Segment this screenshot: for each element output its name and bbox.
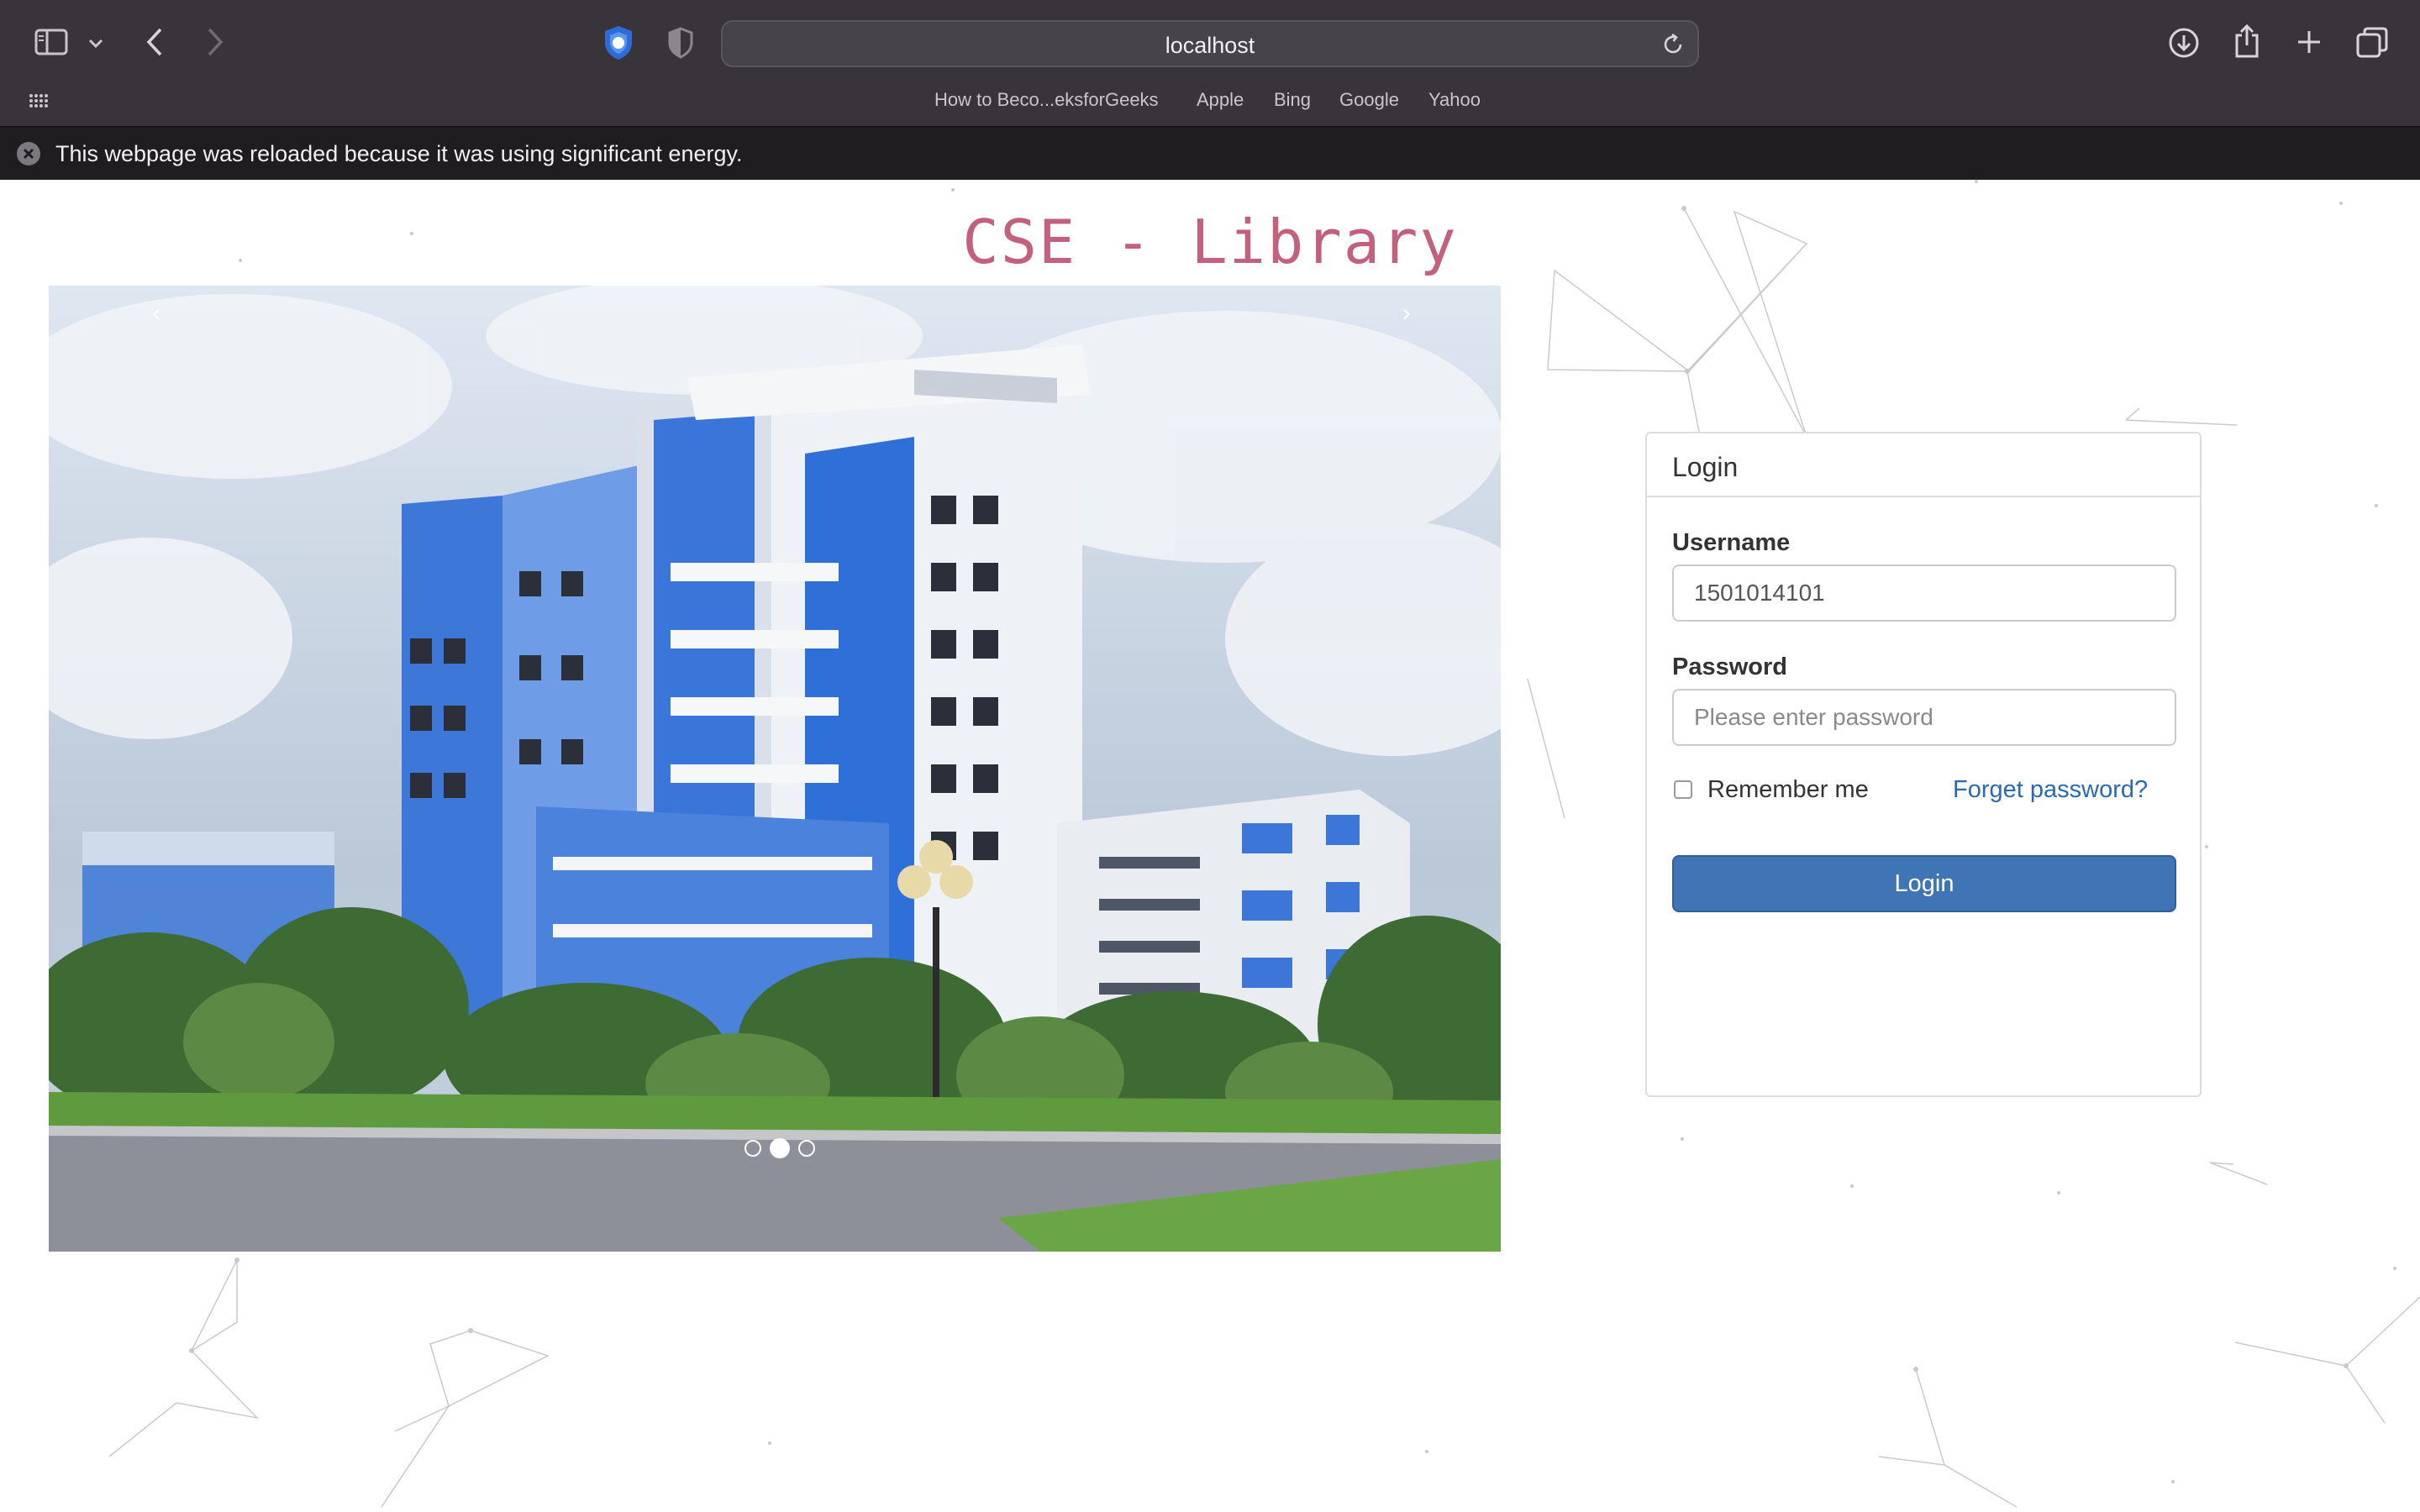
- address-text: localhost: [1165, 33, 1255, 58]
- login-panel: Login Username Password Remember me Forg…: [1645, 432, 2202, 1097]
- page-content: CSE - Library ‹ › Login Username 1501014…: [0, 180, 2420, 1512]
- new-tab-icon[interactable]: [2292, 25, 2326, 59]
- carousel-indicator-2[interactable]: [770, 1138, 790, 1158]
- downloads-icon[interactable]: [2166, 25, 2202, 60]
- browser-toolbar: localhost How to Beco...eksforGeeks Appl…: [0, 0, 2420, 126]
- forward-icon[interactable]: [198, 25, 232, 59]
- reload-icon[interactable]: [1660, 32, 1686, 57]
- favorite-apple[interactable]: Apple: [1197, 89, 1244, 111]
- remember-me[interactable]: Remember me: [1674, 774, 1869, 805]
- sidebar-toggle-icon[interactable]: [32, 25, 71, 59]
- password-input[interactable]: [1672, 689, 2176, 746]
- share-icon[interactable]: [2230, 22, 2264, 60]
- site-title: CSE - Library: [962, 207, 1458, 277]
- tab-overview-icon[interactable]: [2354, 25, 2390, 60]
- password-label: Password: [1672, 654, 1787, 680]
- favorite-google[interactable]: Google: [1339, 89, 1399, 111]
- image-carousel[interactable]: ‹ ›: [49, 286, 1501, 1252]
- forget-password-link[interactable]: Forget password?: [1953, 776, 2148, 804]
- privacy-shield-icon[interactable]: [597, 24, 640, 62]
- username-input[interactable]: [1672, 564, 2176, 622]
- carousel-indicator-1[interactable]: [744, 1140, 761, 1157]
- remember-me-label: Remember me: [1707, 775, 1869, 803]
- login-button[interactable]: Login: [1672, 855, 2176, 912]
- carousel-indicator-3[interactable]: [798, 1140, 815, 1157]
- address-bar[interactable]: localhost: [721, 20, 1699, 67]
- username-label: Username: [1672, 529, 1791, 556]
- login-panel-heading: Login: [1647, 433, 2200, 497]
- back-icon[interactable]: [138, 25, 171, 59]
- campus-building-photo: [49, 286, 1501, 1252]
- shield-icon[interactable]: [664, 25, 697, 60]
- grid-icon[interactable]: [27, 89, 50, 113]
- close-icon[interactable]: [17, 142, 40, 165]
- favorite-bing[interactable]: Bing: [1274, 89, 1311, 111]
- carousel-next-button[interactable]: ›: [1390, 297, 1423, 331]
- energy-notice-bar: This webpage was reloaded because it was…: [0, 126, 2420, 180]
- favorite-yahoo[interactable]: Yahoo: [1428, 89, 1481, 111]
- favorite-geeksforgeeks[interactable]: How to Beco...eksforGeeks: [934, 89, 1159, 111]
- carousel-indicators: [738, 1136, 822, 1161]
- carousel-prev-button[interactable]: ‹: [139, 297, 173, 331]
- notice-text: This webpage was reloaded because it was…: [55, 141, 743, 166]
- remember-me-checkbox[interactable]: [1674, 780, 1692, 799]
- favorites-bar: How to Beco...eksforGeeks Apple Bing Goo…: [0, 84, 2420, 118]
- login-title: Login: [1672, 452, 1739, 482]
- chevron-down-icon[interactable]: [84, 32, 108, 55]
